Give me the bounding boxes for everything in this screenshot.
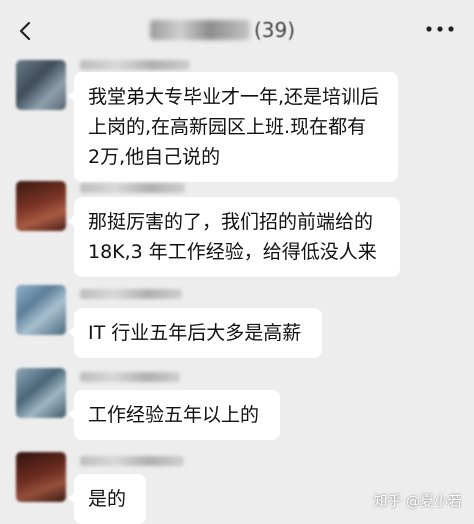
chat-title: (39) bbox=[150, 17, 295, 43]
avatar[interactable] bbox=[16, 452, 66, 502]
chevron-left-icon[interactable] bbox=[14, 20, 36, 42]
message-text: IT 行业五年后大多是高薪 bbox=[88, 322, 302, 344]
watermark-text: 知乎 @夏小若 bbox=[373, 494, 462, 510]
more-dots-icon[interactable] bbox=[424, 21, 456, 37]
message-text: 是的 bbox=[88, 488, 127, 510]
group-name-blurred bbox=[150, 20, 250, 40]
watermark: 知乎 @夏小若 bbox=[374, 491, 462, 511]
avatar[interactable] bbox=[16, 285, 66, 335]
chat-header: (39) bbox=[0, 0, 474, 58]
message-bubble[interactable]: IT 行业五年后大多是高薪 bbox=[68, 308, 322, 358]
sender-name-blurred bbox=[80, 456, 184, 466]
avatar[interactable] bbox=[16, 368, 66, 418]
message-bubble[interactable]: 工作经验五年以上的 bbox=[68, 390, 280, 440]
message-bubble[interactable]: 我堂弟大专毕业才一年,还是培训后上岗的,在高新园区上班.现在都有 2万,他自己说… bbox=[68, 72, 398, 182]
avatar[interactable] bbox=[16, 181, 66, 231]
message-text: 那挺厉害的了，我们招的前端给的18K,3 年工作经验，给得低没人来 bbox=[88, 211, 377, 263]
sender-name-blurred bbox=[80, 289, 182, 299]
sender-name-blurred bbox=[80, 183, 185, 193]
sender-name-blurred bbox=[80, 60, 190, 70]
avatar[interactable] bbox=[16, 60, 66, 110]
message-text: 我堂弟大专毕业才一年,还是培训后上岗的,在高新园区上班.现在都有 2万,他自己说… bbox=[88, 86, 380, 168]
member-count: (39) bbox=[254, 18, 296, 42]
message-text: 工作经验五年以上的 bbox=[88, 404, 260, 426]
sender-name-blurred bbox=[80, 372, 180, 382]
message-bubble[interactable]: 那挺厉害的了，我们招的前端给的18K,3 年工作经验，给得低没人来 bbox=[68, 197, 400, 277]
message-bubble[interactable]: 是的 bbox=[68, 474, 146, 524]
